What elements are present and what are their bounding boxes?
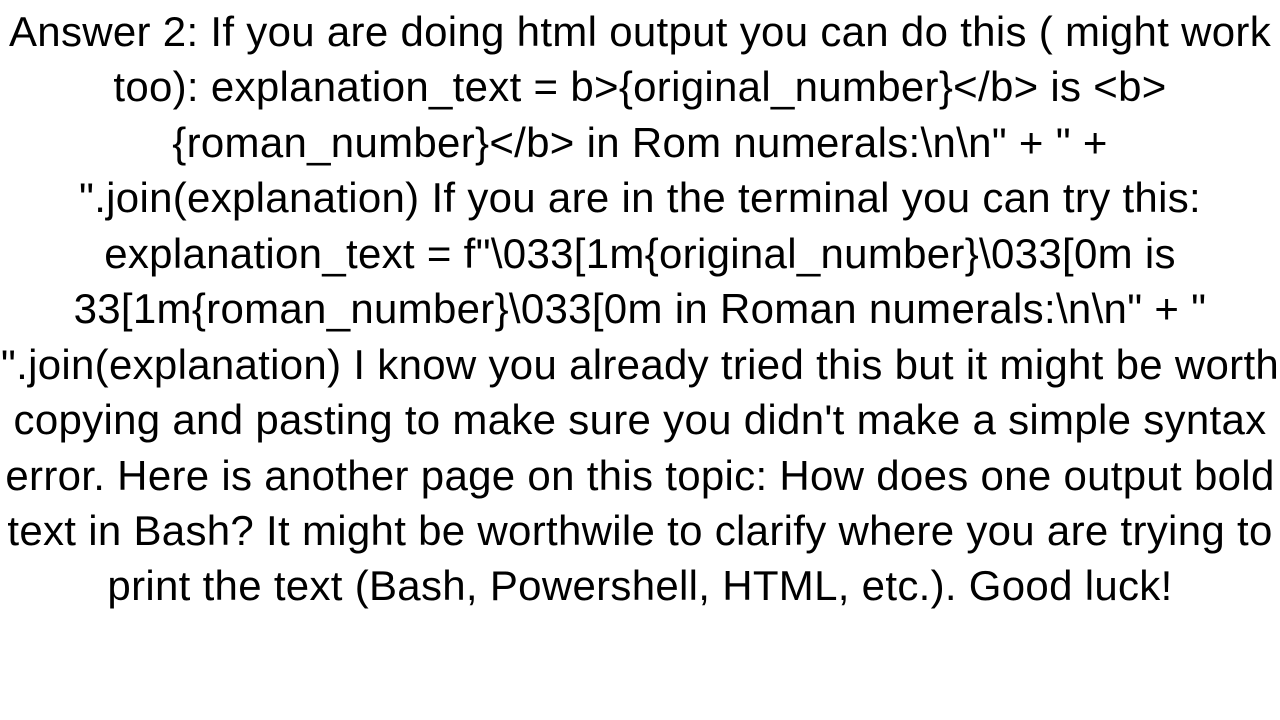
answer-text: Answer 2: If you are doing html output y… [0,0,1280,614]
content-container: Answer 2: If you are doing html output y… [0,0,1280,720]
